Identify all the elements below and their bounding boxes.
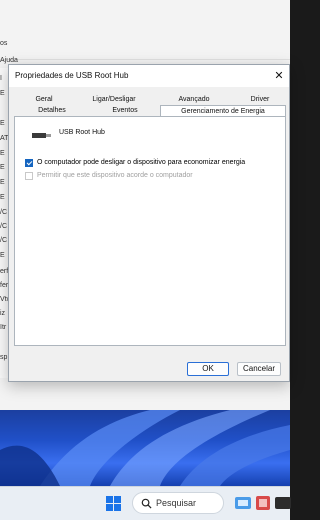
close-button[interactable]: ✕: [271, 68, 287, 84]
tab-geral[interactable]: Geral: [14, 94, 74, 105]
background-menu-help[interactable]: Ajuda: [0, 57, 18, 64]
tabs-row-bottom: Detalhes Eventos Gerenciamento de Energi…: [14, 105, 286, 116]
tab-gerenciamento-de-energia[interactable]: Gerenciamento de Energia: [160, 105, 286, 116]
app-icon[interactable]: [254, 494, 272, 512]
tab-detalhes[interactable]: Detalhes: [14, 105, 90, 116]
desktop-wallpaper: [0, 410, 290, 486]
background-menu-fragment: os: [0, 40, 8, 47]
allow-wake-checkbox: [25, 172, 33, 180]
windows-start-icon[interactable]: [106, 496, 122, 512]
app-icon[interactable]: [234, 494, 252, 512]
tab-eventos[interactable]: Eventos: [90, 105, 160, 116]
usb-device-icon: [32, 133, 51, 138]
tab-avancado[interactable]: Avançado: [154, 94, 234, 105]
app-icon[interactable]: [274, 494, 292, 512]
tab-ligar-desligar[interactable]: Ligar/Desligar: [74, 94, 154, 105]
search-label: Pesquisar: [156, 498, 197, 508]
power-management-panel: USB Root Hub O computador pode desligar …: [14, 116, 286, 346]
cancel-button[interactable]: Cancelar: [237, 362, 281, 376]
background-toolbar: os Ajuda: [0, 0, 290, 64]
tab-driver[interactable]: Driver: [234, 94, 286, 105]
allow-power-off-checkbox[interactable]: [25, 159, 33, 167]
allow-wake-label: Permitir que este dispositivo acorde o c…: [37, 172, 193, 179]
dialog-titlebar[interactable]: Propriedades de USB Root Hub ✕: [9, 65, 289, 87]
dialog-title: Propriedades de USB Root Hub: [15, 71, 129, 80]
taskbar-search-box[interactable]: Pesquisar: [132, 492, 224, 514]
taskbar: Pesquisar: [0, 486, 292, 520]
allow-power-off-label: O computador pode desligar o dispositivo…: [37, 159, 246, 166]
device-name: USB Root Hub: [59, 129, 105, 136]
ok-button[interactable]: OK: [187, 362, 229, 376]
tabs-row-top: Geral Ligar/Desligar Avançado Driver: [14, 94, 286, 105]
usb-properties-dialog: Propriedades de USB Root Hub ✕ Geral Lig…: [8, 64, 290, 382]
search-icon: [141, 498, 152, 509]
